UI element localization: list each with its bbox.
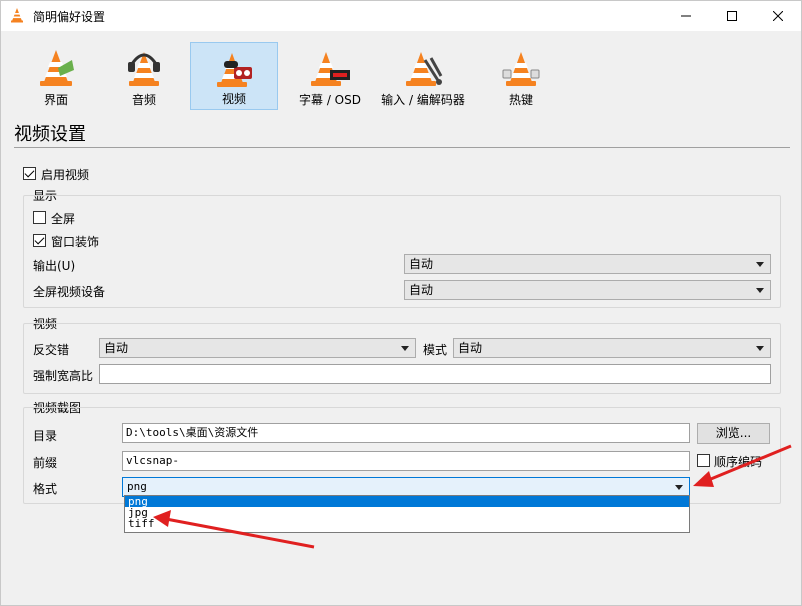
prefix-label: 前缀	[33, 456, 58, 470]
category-label: 界面	[43, 93, 68, 107]
output-select-value: 自动	[409, 257, 434, 271]
directory-label: 目录	[33, 429, 58, 443]
category-input-codecs[interactable]: 输入 / 编解码器	[374, 42, 472, 110]
chevron-down-icon	[756, 346, 764, 351]
video-cone-icon	[217, 53, 252, 87]
category-subtitles-osd[interactable]: 字幕 / OSD	[284, 42, 376, 110]
enable-video-checkbox[interactable]	[23, 167, 36, 180]
enable-video-label: 启用视频	[41, 168, 90, 182]
chevron-down-icon	[401, 346, 409, 351]
headphones-cone-icon	[128, 52, 160, 86]
window-decorations-label: 窗口装饰	[51, 235, 100, 249]
deinterlace-label: 反交错	[33, 343, 70, 357]
category-label: 热键	[508, 93, 533, 107]
page-title: 视频设置	[14, 124, 86, 145]
sequential-numbering-checkbox[interactable]	[697, 454, 710, 467]
minimize-icon	[681, 15, 691, 17]
fullscreen-checkbox[interactable]	[33, 211, 46, 224]
output-label: 输出(U)	[33, 259, 76, 273]
format-label: 格式	[33, 482, 58, 496]
hotkey-cone-icon	[502, 52, 540, 86]
subtitle-cone-icon	[311, 52, 350, 86]
directory-input[interactable]: D:\tools\桌面\资源文件	[122, 423, 690, 443]
category-label: 视频	[221, 92, 246, 106]
chevron-down-icon	[756, 288, 764, 293]
maximize-icon	[727, 11, 737, 21]
window-title: 简明偏好设置	[33, 10, 106, 24]
output-select[interactable]: 自动	[404, 254, 771, 274]
format-select[interactable]: png	[122, 477, 690, 497]
category-video[interactable]: 视频	[190, 42, 278, 110]
aspect-ratio-label: 强制宽高比	[33, 369, 94, 383]
mode-label: 模式	[423, 343, 448, 357]
mode-select-value: 自动	[458, 341, 483, 355]
mode-select[interactable]: 自动	[453, 338, 771, 358]
format-select-value: png	[127, 480, 147, 493]
fullscreen-device-label: 全屏视频设备	[33, 285, 106, 299]
maximize-button[interactable]	[709, 1, 755, 31]
category-interface[interactable]: 界面	[14, 42, 98, 110]
title-divider	[14, 147, 790, 148]
deinterlace-select[interactable]: 自动	[99, 338, 416, 358]
vlc-cone-icon	[40, 50, 74, 86]
close-icon	[773, 11, 783, 21]
category-label: 输入 / 编解码器	[381, 93, 465, 107]
sequential-numbering-label: 顺序编码	[714, 455, 763, 469]
minimize-button[interactable]	[663, 1, 709, 31]
close-button[interactable]	[755, 1, 801, 31]
deinterlace-select-value: 自动	[104, 341, 129, 355]
fullscreen-device-select-value: 自动	[409, 283, 434, 297]
preferences-window: 简明偏好设置 界面 音频 视频 字幕 / OSD 输入 / 编解码器 热键 视频…	[0, 0, 802, 606]
codec-cone-icon	[406, 52, 443, 86]
chevron-down-icon	[675, 485, 683, 490]
fullscreen-device-select[interactable]: 自动	[404, 280, 771, 300]
category-label: 字幕 / OSD	[299, 93, 361, 107]
fullscreen-label: 全屏	[51, 212, 76, 226]
category-label: 音频	[131, 93, 156, 107]
chevron-down-icon	[756, 262, 764, 267]
aspect-ratio-input[interactable]	[99, 364, 771, 384]
format-option-tiff[interactable]: tiff	[125, 518, 689, 529]
format-option-png[interactable]: png	[125, 496, 689, 507]
vlc-logo-icon	[11, 8, 23, 23]
window-decorations-checkbox[interactable]	[33, 234, 46, 247]
category-hotkeys[interactable]: 热键	[478, 42, 564, 110]
category-audio[interactable]: 音频	[102, 42, 186, 110]
browse-button[interactable]: 浏览...	[697, 423, 770, 444]
prefix-input[interactable]: vlcsnap-	[122, 451, 690, 471]
title-bar: 简明偏好设置	[1, 1, 801, 31]
format-option-jpg[interactable]: jpg	[125, 507, 689, 518]
format-dropdown-list: png jpg tiff	[124, 495, 690, 533]
